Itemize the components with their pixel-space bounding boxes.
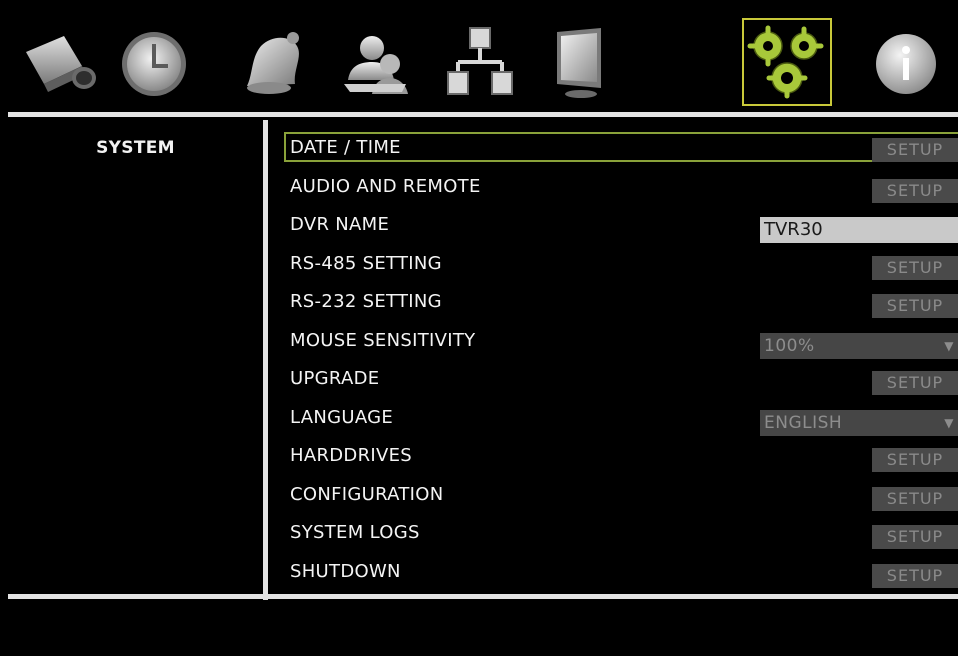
setting-row-shutdown[interactable]: SHUTDOWN SETUP <box>278 556 958 595</box>
audio-remote-setup-button[interactable]: SETUP <box>872 178 958 203</box>
top-divider <box>8 112 958 117</box>
setting-row-configuration[interactable]: CONFIGURATION SETUP <box>278 479 958 518</box>
setting-row-system-logs[interactable]: SYSTEM LOGS SETUP <box>278 517 958 556</box>
dvr-name-field[interactable]: TVR30 <box>760 217 958 243</box>
setting-label: RS-485 SETTING <box>290 252 442 274</box>
info-icon[interactable] <box>864 22 944 102</box>
network-icon[interactable] <box>440 22 520 102</box>
setting-row-audio-remote[interactable]: AUDIO AND REMOTE SETUP <box>278 171 958 210</box>
system-logs-setup-button[interactable]: SETUP <box>872 525 958 549</box>
setting-row-date-time[interactable]: DATE / TIME SETUP <box>278 132 958 171</box>
clock-icon[interactable] <box>114 22 194 102</box>
setting-row-language[interactable]: LANGUAGE ENGLISH ▼ <box>278 402 958 441</box>
settings-list: DATE / TIME SETUP AUDIO AND REMOTE SETUP… <box>278 132 958 594</box>
setting-label: SHUTDOWN <box>290 560 401 582</box>
dvr-menu-window: SYSTEM DATE / TIME SETUP AUDIO AND REMOT… <box>8 8 958 656</box>
vertical-divider <box>263 120 268 600</box>
selected-value: 100% <box>764 335 815 356</box>
shutdown-setup-button[interactable]: SETUP <box>872 563 958 588</box>
selected-value: ENGLISH <box>764 412 843 433</box>
users-icon[interactable] <box>336 22 416 102</box>
menu-toolbar <box>8 8 958 112</box>
harddrives-setup-button[interactable]: SETUP <box>872 448 958 472</box>
sidebar-item-system[interactable]: SYSTEM <box>8 138 263 158</box>
setting-label: AUDIO AND REMOTE <box>290 175 481 197</box>
language-select[interactable]: ENGLISH ▼ <box>760 409 958 436</box>
setting-label: HARDDRIVES <box>290 445 413 466</box>
setting-label: CONFIGURATION <box>290 483 444 505</box>
monitor-icon[interactable] <box>535 22 615 102</box>
camera-icon[interactable] <box>20 22 100 102</box>
setting-label: SYSTEM LOGS <box>290 522 420 543</box>
setting-row-harddrives[interactable]: HARDDRIVES SETUP <box>278 440 958 479</box>
setting-row-mouse-sensitivity[interactable]: MOUSE SENSITIVITY 100% ▼ <box>278 325 958 364</box>
setting-label: MOUSE SENSITIVITY <box>290 329 476 351</box>
mouse-sensitivity-select[interactable]: 100% ▼ <box>760 332 958 359</box>
setting-row-upgrade[interactable]: UPGRADE SETUP <box>278 363 958 402</box>
setting-label: LANGUAGE <box>290 406 394 428</box>
chevron-down-icon: ▼ <box>944 415 954 430</box>
setting-label: RS-232 SETTING <box>290 291 442 312</box>
setting-label: UPGRADE <box>290 368 380 389</box>
chevron-down-icon: ▼ <box>944 338 954 353</box>
rs232-setup-button[interactable]: SETUP <box>872 294 958 318</box>
alarm-bell-icon[interactable] <box>233 22 313 102</box>
setting-row-dvr-name[interactable]: DVR NAME TVR30 <box>278 209 958 248</box>
sidebar: SYSTEM <box>8 126 263 596</box>
setting-label: DATE / TIME <box>290 137 401 158</box>
setting-row-rs232[interactable]: RS-232 SETTING SETUP <box>278 286 958 325</box>
setting-row-rs485[interactable]: RS-485 SETTING SETUP <box>278 248 958 287</box>
date-time-setup-button[interactable]: SETUP <box>872 138 958 162</box>
rs485-setup-button[interactable]: SETUP <box>872 255 958 280</box>
configuration-setup-button[interactable]: SETUP <box>872 486 958 511</box>
system-gears-icon[interactable] <box>742 18 832 106</box>
setting-label: DVR NAME <box>290 214 390 235</box>
upgrade-setup-button[interactable]: SETUP <box>872 371 958 395</box>
